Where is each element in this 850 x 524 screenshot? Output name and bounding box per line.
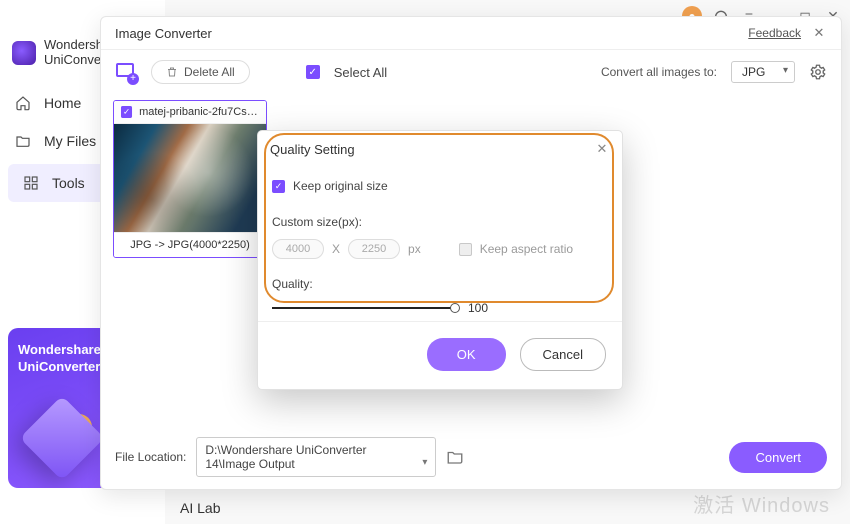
image-thumbnail[interactable]: matej-pribanic-2fu7CskIT... JPG -> JPG(4… xyxy=(113,100,267,258)
files-icon xyxy=(14,132,32,150)
file-location-select[interactable]: D:\Wondershare UniConverter 14\Image Out… xyxy=(196,437,436,477)
ai-lab-label: AI Lab xyxy=(180,500,220,516)
keep-original-label: Keep original size xyxy=(293,179,388,193)
delete-all-button[interactable]: Delete All xyxy=(151,60,250,84)
select-all-checkbox[interactable] xyxy=(306,65,320,79)
panel-title: Image Converter xyxy=(115,26,212,41)
cancel-button[interactable]: Cancel xyxy=(520,338,606,371)
feedback-link[interactable]: Feedback xyxy=(748,26,801,40)
delete-all-label: Delete All xyxy=(184,65,235,79)
format-select[interactable]: JPG xyxy=(731,61,795,83)
x-separator: X xyxy=(332,242,340,256)
slider-knob-icon[interactable] xyxy=(450,303,460,313)
promo-cube-icon xyxy=(20,396,105,481)
height-input[interactable] xyxy=(348,239,400,259)
quality-label: Quality: xyxy=(272,277,313,291)
thumb-preview xyxy=(114,124,266,232)
convert-all-label: Convert all images to: xyxy=(601,65,717,79)
file-location-value: D:\Wondershare UniConverter 14\Image Out… xyxy=(205,443,366,471)
sidebar-item-label: Tools xyxy=(52,175,85,191)
add-image-button[interactable]: + xyxy=(115,61,137,83)
select-all-label: Select All xyxy=(334,65,387,80)
sidebar-item-label: Home xyxy=(44,95,81,111)
brand-logo-icon xyxy=(12,41,36,65)
px-label: px xyxy=(408,242,421,256)
dialog-title: Quality Setting xyxy=(270,142,355,157)
keep-aspect-checkbox[interactable] xyxy=(459,243,472,256)
keep-aspect-label: Keep aspect ratio xyxy=(480,242,573,256)
tools-icon xyxy=(22,174,40,192)
close-dialog-icon[interactable]: ✕ xyxy=(594,141,610,157)
convert-button[interactable]: Convert xyxy=(729,442,827,473)
windows-watermark: 激活 Windows xyxy=(693,489,830,518)
format-value: JPG xyxy=(742,65,765,79)
open-folder-icon[interactable] xyxy=(446,448,464,466)
quality-slider[interactable] xyxy=(272,307,456,309)
custom-size-label: Custom size(px): xyxy=(272,215,362,229)
toolbar: + Delete All Select All Convert all imag… xyxy=(101,50,841,94)
quality-value: 100 xyxy=(468,301,488,315)
home-icon xyxy=(14,94,32,112)
trash-icon xyxy=(166,66,178,78)
sidebar-item-label: My Files xyxy=(44,133,96,149)
close-panel-icon[interactable]: ✕ xyxy=(811,25,827,41)
file-location-label: File Location: xyxy=(115,450,186,464)
settings-gear-icon[interactable] xyxy=(809,63,827,81)
thumb-caption: JPG -> JPG(4000*2250) xyxy=(114,232,266,257)
thumb-checkbox[interactable] xyxy=(121,106,132,118)
thumb-filename: matej-pribanic-2fu7CskIT... xyxy=(139,106,260,118)
keep-original-checkbox[interactable] xyxy=(272,180,285,193)
plus-icon: + xyxy=(127,73,139,85)
quality-setting-dialog: Quality Setting ✕ Keep original size Cus… xyxy=(257,130,623,390)
ok-button[interactable]: OK xyxy=(427,338,506,371)
width-input[interactable] xyxy=(272,239,324,259)
